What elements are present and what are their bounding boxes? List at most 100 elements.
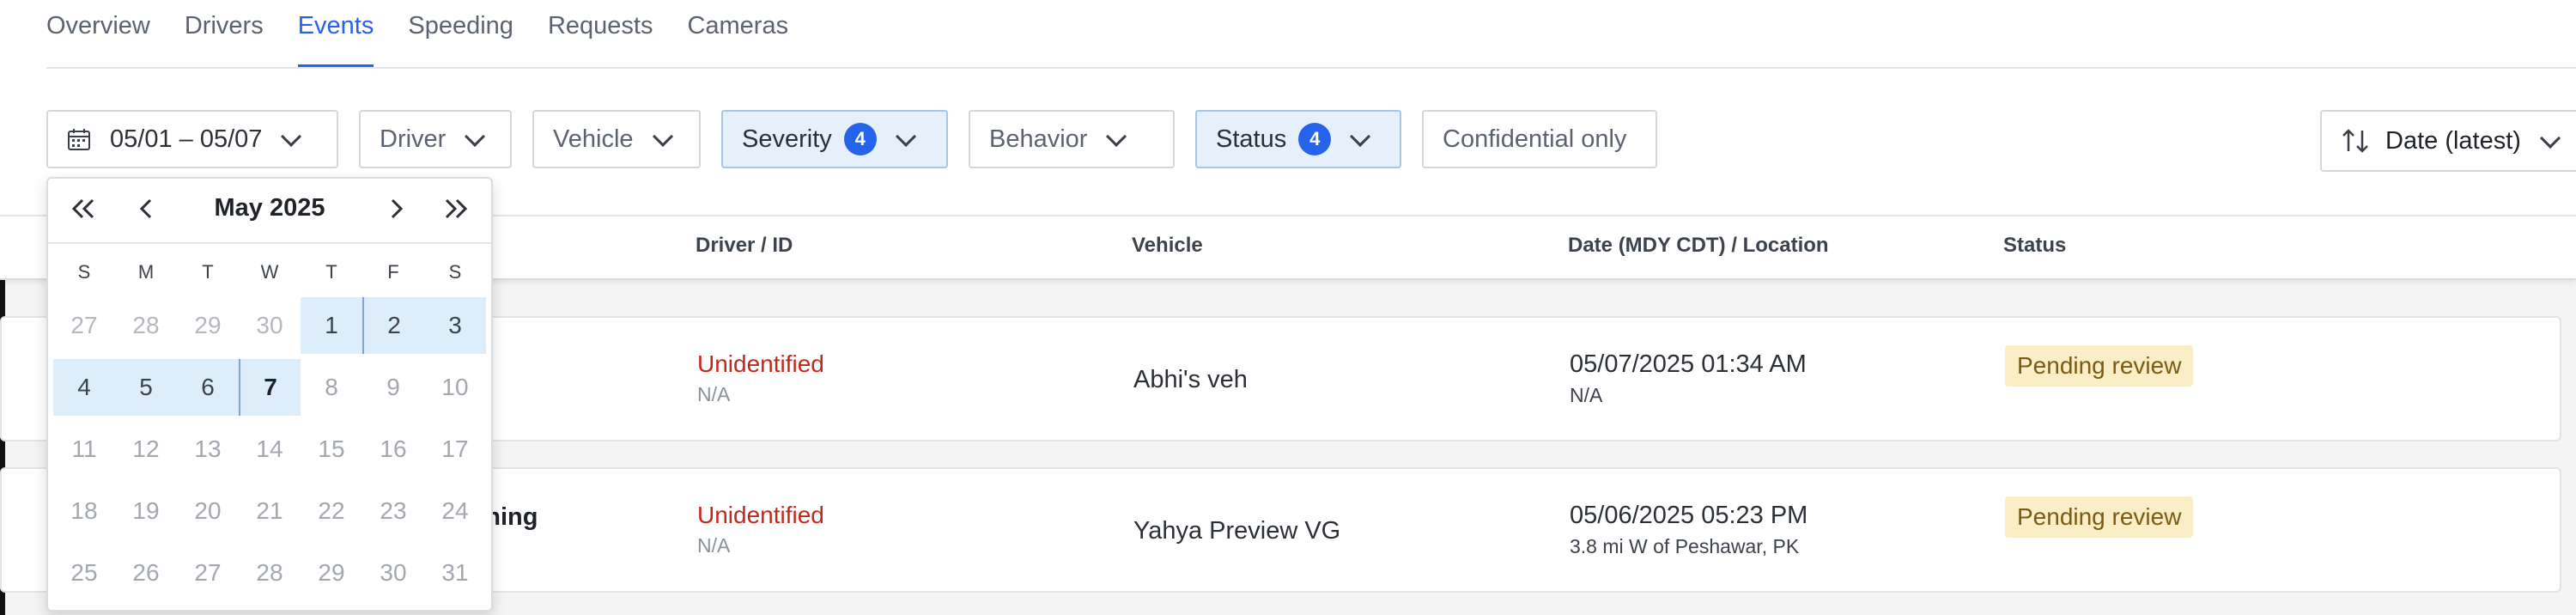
weekday-label: M: [137, 261, 155, 283]
driver-id: N/A: [697, 534, 731, 557]
calendar-day[interactable]: 9: [362, 359, 424, 416]
tab-speeding[interactable]: Speeding: [408, 0, 513, 67]
tab-events[interactable]: Events: [297, 0, 374, 67]
driver-name: Unidentified: [697, 502, 824, 528]
calendar-day[interactable]: 27: [53, 297, 115, 354]
calendar-day-selected-end[interactable]: 7: [239, 359, 301, 416]
vehicle-cell: Yahya Preview VG: [1133, 517, 1341, 545]
vehicle-filter[interactable]: Vehicle: [532, 110, 701, 168]
calendar-day[interactable]: 24: [424, 483, 486, 539]
event-datetime: 05/06/2025 05:23 PM: [1570, 502, 1808, 529]
column-header-vehicle[interactable]: Vehicle: [1132, 234, 1203, 258]
chevron-down-icon: [281, 125, 302, 147]
calendar-day[interactable]: 23: [362, 483, 424, 539]
date-range-label: 05/01 – 05/07: [110, 125, 263, 153]
confidential-only-toggle[interactable]: Confidential only: [1422, 110, 1657, 168]
status-cell: Pending review: [2005, 496, 2194, 538]
calendar-day[interactable]: 19: [115, 483, 177, 539]
calendar-day[interactable]: 16: [362, 421, 424, 478]
status-filter[interactable]: Status 4: [1195, 110, 1401, 168]
sort-icon: [2342, 129, 2368, 153]
calendar-day[interactable]: 26: [115, 545, 177, 601]
calendar-day[interactable]: 12: [115, 421, 177, 478]
calendar-day[interactable]: 28: [115, 297, 177, 354]
driver-filter[interactable]: Driver: [359, 110, 512, 168]
calendar-day-in-range[interactable]: 4: [53, 359, 115, 416]
status-badge: Pending review: [2005, 345, 2194, 387]
behavior-filter-label: Behavior: [989, 125, 1088, 153]
chevron-down-icon: [895, 125, 916, 147]
nav-tabs: Overview Drivers Events Speeding Request…: [46, 0, 788, 67]
calendar-day[interactable]: 27: [177, 545, 239, 601]
tab-drivers[interactable]: Drivers: [185, 0, 264, 67]
tab-cameras[interactable]: Cameras: [687, 0, 788, 67]
event-datetime: 05/07/2025 01:34 AM: [1570, 350, 1807, 378]
driver-cell: Unidentified N/A: [697, 350, 824, 406]
chevron-down-icon: [2539, 127, 2561, 149]
calendar-day[interactable]: 29: [177, 297, 239, 354]
calendar-day[interactable]: 30: [239, 297, 301, 354]
event-location: N/A: [1570, 384, 1603, 406]
calendar-day-in-range[interactable]: 5: [115, 359, 177, 416]
severity-filter[interactable]: Severity 4: [721, 110, 948, 168]
calendar-day-in-range[interactable]: 2: [362, 297, 424, 354]
tabs-divider: [46, 67, 2576, 69]
tab-overview[interactable]: Overview: [46, 0, 150, 67]
calendar-day[interactable]: 14: [239, 421, 301, 478]
sort-dropdown[interactable]: Date (latest): [2320, 110, 2576, 172]
date-range-filter[interactable]: 05/01 – 05/07: [46, 110, 338, 168]
calendar-day[interactable]: 22: [301, 483, 362, 539]
chevron-right-icon: [391, 198, 404, 219]
calendar-day[interactable]: 28: [239, 545, 301, 601]
vehicle-filter-label: Vehicle: [553, 125, 634, 153]
status-filter-label: Status: [1216, 125, 1287, 153]
column-header-status[interactable]: Status: [2003, 234, 2066, 258]
calendar-day[interactable]: 18: [53, 483, 115, 539]
severity-count-badge: 4: [843, 123, 877, 155]
event-location: 3.8 mi W of Peshawar, PK: [1570, 535, 1800, 557]
driver-name: Unidentified: [697, 350, 824, 377]
calendar-day[interactable]: 17: [424, 421, 486, 478]
calendar-day[interactable]: 31: [424, 545, 486, 601]
confidential-only-label: Confidential only: [1443, 125, 1627, 153]
chevron-down-icon: [1350, 125, 1371, 147]
weekday-label: T: [325, 261, 337, 283]
calendar-day[interactable]: 10: [424, 359, 486, 416]
column-header-driver[interactable]: Driver / ID: [696, 234, 793, 258]
calendar-day[interactable]: 30: [362, 545, 424, 601]
double-chevron-right-icon: [445, 198, 468, 219]
status-count-badge: 4: [1298, 123, 1332, 155]
calendar-day[interactable]: 11: [53, 421, 115, 478]
chevron-down-icon: [1106, 125, 1127, 147]
vehicle-cell: Abhi's veh: [1133, 366, 1248, 393]
calendar-day-in-range[interactable]: 3: [424, 297, 486, 354]
status-badge: Pending review: [2005, 496, 2194, 538]
next-year-button[interactable]: [438, 191, 474, 227]
calendar-day[interactable]: 20: [177, 483, 239, 539]
chevron-down-icon: [465, 125, 486, 147]
calendar-day[interactable]: 25: [53, 545, 115, 601]
column-header-date[interactable]: Date (MDY CDT) / Location: [1568, 234, 1829, 258]
calendar-day[interactable]: 8: [301, 359, 362, 416]
sort-label: Date (latest): [2385, 126, 2521, 155]
date-location-cell: 05/06/2025 05:23 PM 3.8 mi W of Peshawar…: [1570, 502, 1807, 558]
calendar-day-selected-start[interactable]: 1: [301, 297, 362, 354]
weekday-label: S: [77, 261, 91, 283]
calendar-divider: [48, 242, 491, 244]
calendar-day[interactable]: 29: [301, 545, 362, 601]
driver-filter-label: Driver: [380, 125, 447, 153]
calendar-day[interactable]: 21: [239, 483, 301, 539]
date-picker-popover: May 2025 S M T W T F S 27 28 29 30 1 2 3…: [46, 177, 493, 612]
calendar-header: May 2025: [48, 179, 491, 242]
calendar-day[interactable]: 15: [301, 421, 362, 478]
calendar-month-title: May 2025: [214, 194, 325, 222]
calendar-day[interactable]: 13: [177, 421, 239, 478]
weekday-label: T: [202, 261, 214, 283]
next-month-button[interactable]: [378, 191, 414, 227]
date-location-cell: 05/07/2025 01:34 AM N/A: [1570, 350, 1807, 407]
weekday-label: S: [448, 261, 462, 283]
calendar-day-in-range[interactable]: 6: [177, 359, 239, 416]
driver-cell: Unidentified N/A: [697, 502, 824, 557]
behavior-filter[interactable]: Behavior: [969, 110, 1175, 168]
tab-requests[interactable]: Requests: [548, 0, 653, 67]
